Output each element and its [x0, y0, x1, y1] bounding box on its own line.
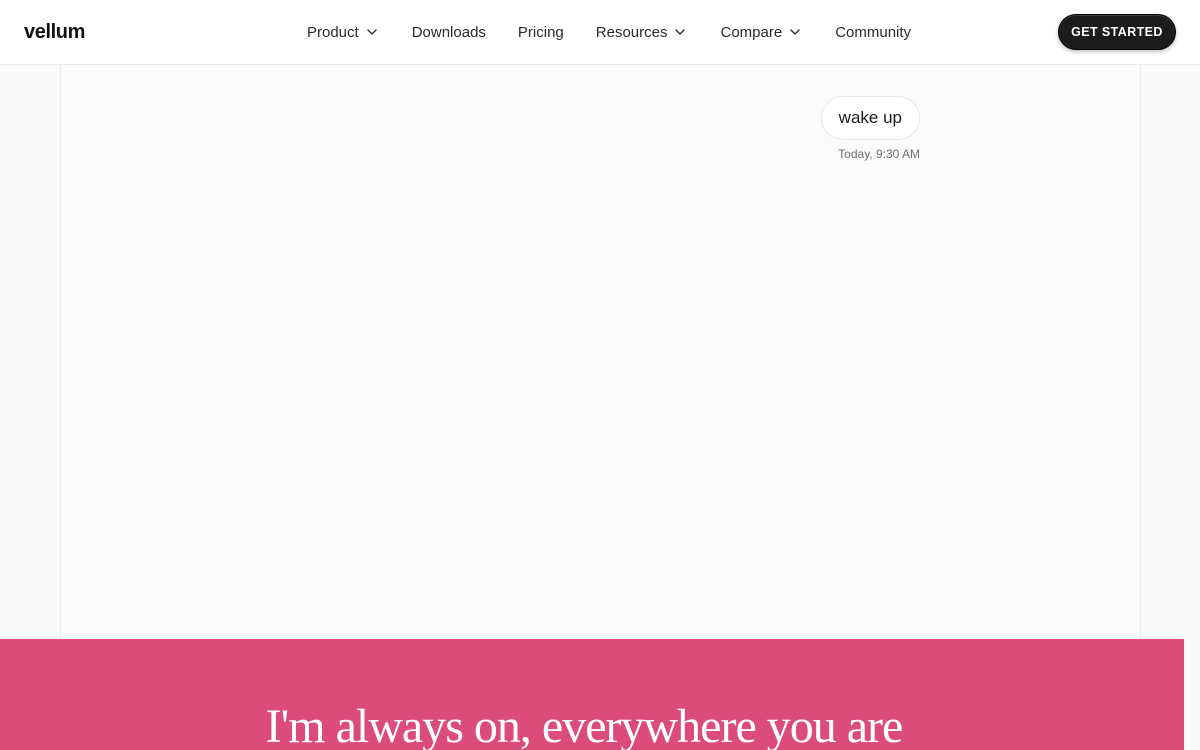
- nav-item-community[interactable]: Community: [835, 24, 911, 41]
- chat-message-timestamp: Today, 9:30 AM: [838, 147, 920, 161]
- chevron-down-icon: [788, 25, 802, 39]
- nav-item-resources[interactable]: Resources: [596, 24, 688, 41]
- scroll-gutter: [1184, 639, 1200, 750]
- nav-item-downloads[interactable]: Downloads: [412, 24, 486, 41]
- chat-message-text: wake up: [838, 108, 902, 127]
- nav-item-label: Pricing: [517, 23, 564, 41]
- nav-item-compare[interactable]: Compare: [720, 24, 802, 41]
- chat-panel: wake up Today, 9:30 AM: [60, 65, 1141, 639]
- top-navigation: vellum Product Downloads Pricing Resourc…: [0, 0, 1200, 65]
- chevron-down-icon: [673, 25, 687, 39]
- chat-message-bubble: wake up: [820, 96, 920, 140]
- nav-item-label: Compare: [720, 23, 783, 41]
- nav-item-pricing[interactable]: Pricing: [518, 24, 564, 41]
- hero-title: I'm always on, everywhere you are: [265, 700, 904, 750]
- chevron-down-icon: [365, 25, 379, 39]
- get-started-button[interactable]: GET STARTED: [1058, 14, 1176, 50]
- nav-item-label: Product: [307, 23, 359, 41]
- nav-item-label: Community: [835, 23, 912, 41]
- vellum-logo[interactable]: vellum: [24, 18, 85, 46]
- main-nav-links: Product Downloads Pricing Resources Comp…: [307, 0, 911, 64]
- nav-item-product[interactable]: Product: [307, 24, 379, 41]
- nav-item-label: Downloads: [411, 23, 486, 41]
- hero-banner: I'm always on, everywhere you are: [0, 639, 1184, 750]
- nav-item-label: Resources: [595, 23, 668, 41]
